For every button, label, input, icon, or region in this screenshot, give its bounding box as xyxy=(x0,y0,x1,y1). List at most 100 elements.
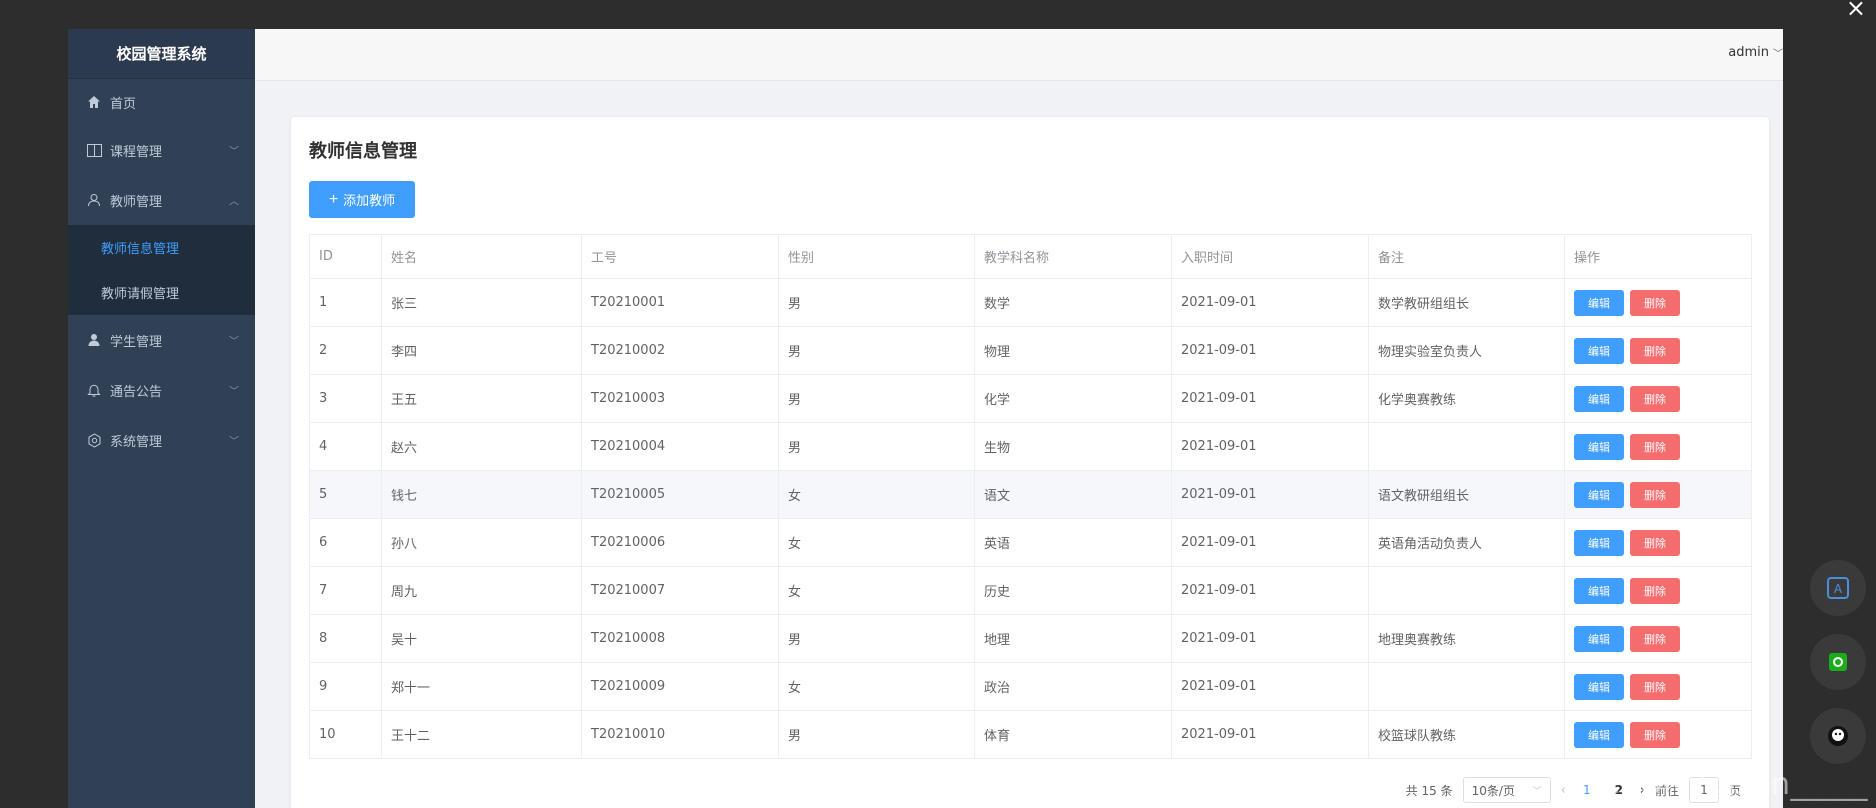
chevron-up-icon: ︿ xyxy=(229,196,239,208)
table-cell-actions: 编辑 删除 xyxy=(1564,614,1752,663)
user-filled-icon xyxy=(86,332,102,348)
user-outline-icon xyxy=(86,192,102,208)
table-cell-subject: 英语 xyxy=(974,518,1172,567)
table-cell-subject: 生物 xyxy=(974,422,1172,471)
table-cell-actions: 编辑 删除 xyxy=(1564,326,1752,375)
delete-button[interactable]: 删除 xyxy=(1630,289,1680,316)
edit-button[interactable]: 编辑 xyxy=(1574,337,1624,364)
user-dropdown[interactable]: admin ﹀ xyxy=(1728,45,1783,60)
delete-button[interactable]: 删除 xyxy=(1630,385,1680,412)
page-size-value: 10条/页 xyxy=(1471,783,1515,798)
chevron-down-icon: ﹀ xyxy=(229,386,239,398)
table-cell-no: T20210001 xyxy=(581,278,779,327)
edit-button[interactable]: 编辑 xyxy=(1574,577,1624,604)
table-cell-gender: 男 xyxy=(778,278,975,327)
edit-button[interactable]: 编辑 xyxy=(1574,625,1624,652)
translate-icon: A xyxy=(1827,577,1849,599)
table-cell-name: 李四 xyxy=(381,326,582,375)
translate-button[interactable]: A xyxy=(1810,560,1866,616)
table-cell-gender: 男 xyxy=(778,614,975,663)
delete-button[interactable]: 删除 xyxy=(1630,529,1680,556)
table-cell-subject: 体育 xyxy=(974,710,1172,759)
screenshot-icon xyxy=(1829,653,1847,671)
table-cell-no: T20210003 xyxy=(581,374,779,423)
page-size-select[interactable]: 10条/页 ﹀ xyxy=(1462,777,1551,803)
delete-button[interactable]: 删除 xyxy=(1630,337,1680,364)
delete-button[interactable]: 删除 xyxy=(1630,673,1680,700)
sidebar-item-students[interactable]: 学生管理 ﹀ xyxy=(68,315,255,365)
main-area: admin ﹀ 教师信息管理 + 添加教师 ID 姓名 工号 性别 教学科名称 … xyxy=(255,29,1783,808)
teacher-table: ID 姓名 工号 性别 教学科名称 入职时间 备注 操作 1 张三 T2021000… xyxy=(309,234,1752,759)
table-cell-actions: 编辑 删除 xyxy=(1564,518,1752,567)
edit-button[interactable]: 编辑 xyxy=(1574,481,1624,508)
column-header: 性别 xyxy=(778,234,975,279)
delete-button[interactable]: 删除 xyxy=(1630,577,1680,604)
watermark: CSDN @Json_____ xyxy=(1598,767,1868,802)
chevron-down-icon: ﹀ xyxy=(229,436,239,448)
delete-button[interactable]: 删除 xyxy=(1630,481,1680,508)
edit-button[interactable]: 编辑 xyxy=(1574,289,1624,316)
screenshot-button[interactable] xyxy=(1810,634,1866,690)
edit-button[interactable]: 编辑 xyxy=(1574,673,1624,700)
sidebar-item-notices[interactable]: 通告公告 ﹀ xyxy=(68,365,255,415)
table-cell-date: 2021-09-01 xyxy=(1171,278,1369,327)
sidebar-subitem-teacher-leave[interactable]: 教师请假管理 xyxy=(68,270,255,315)
edit-button[interactable]: 编辑 xyxy=(1574,529,1624,556)
table-cell-no: T20210006 xyxy=(581,518,779,567)
sidebar-subitem-label: 教师请假管理 xyxy=(101,287,180,302)
sidebar-item-label: 通告公告 xyxy=(110,384,163,400)
column-header: 备注 xyxy=(1368,234,1565,279)
table-cell-gender: 男 xyxy=(778,422,975,471)
table-cell-subject: 语文 xyxy=(974,470,1172,519)
delete-button[interactable]: 删除 xyxy=(1630,433,1680,460)
column-header: 教学科名称 xyxy=(974,234,1172,279)
table-row: 7 周九 T20210007 女历史 2021-09-01 编辑 删除 xyxy=(309,566,1752,615)
sidebar-item-teachers[interactable]: 教师管理 ︿ xyxy=(68,175,255,225)
add-teacher-label: 添加教师 xyxy=(343,193,396,208)
table-cell-gender: 男 xyxy=(778,326,975,375)
assistant-icon xyxy=(1828,726,1848,746)
table-row: 3 王五 T20210003 男化学 2021-09-01 化学奥赛教练 编辑 删除 xyxy=(309,374,1752,423)
table-cell-actions: 编辑 删除 xyxy=(1564,278,1752,327)
prev-page-icon[interactable]: ‹ xyxy=(1561,783,1566,798)
table-cell-no: T20210009 xyxy=(581,662,779,711)
chevron-down-icon: ﹀ xyxy=(1773,49,1783,60)
sidebar-item-label: 课程管理 xyxy=(110,144,163,160)
table-cell-actions: 编辑 删除 xyxy=(1564,374,1752,423)
edit-button[interactable]: 编辑 xyxy=(1574,433,1624,460)
chevron-down-icon: ﹀ xyxy=(229,146,239,158)
add-teacher-button[interactable]: + 添加教师 xyxy=(309,181,415,218)
table-cell-subject: 化学 xyxy=(974,374,1172,423)
table-row: 2 李四 T20210002 男物理 2021-09-01 物理实验室负责人 编辑 删除 xyxy=(309,326,1752,375)
table-cell-name: 周九 xyxy=(381,566,582,615)
assistant-button[interactable] xyxy=(1810,708,1866,764)
column-header: 入职时间 xyxy=(1171,234,1369,279)
sidebar-item-courses[interactable]: 课程管理 ﹀ xyxy=(68,125,255,175)
table-cell-id: 1 xyxy=(309,278,382,327)
sidebar-item-home[interactable]: 首页 xyxy=(68,79,255,125)
page-title: 教师信息管理 xyxy=(309,141,417,162)
table-row: 9 郑十一 T20210009 女政治 2021-09-01 编辑 删除 xyxy=(309,662,1752,711)
sidebar-item-system[interactable]: 系统管理 ﹀ xyxy=(68,415,255,465)
table-cell-date: 2021-09-01 xyxy=(1171,326,1369,375)
page-number[interactable]: 1 xyxy=(1576,783,1598,797)
table-cell-date: 2021-09-01 xyxy=(1171,470,1369,519)
table-cell-name: 张三 xyxy=(381,278,582,327)
sidebar-item-label: 学生管理 xyxy=(110,334,163,350)
sidebar-subitem-teacher-info[interactable]: 教师信息管理 xyxy=(68,225,255,270)
table-cell-note xyxy=(1368,422,1565,471)
delete-button[interactable]: 删除 xyxy=(1630,625,1680,652)
table-cell-name: 钱七 xyxy=(381,470,582,519)
sidebar: 校园管理系统 首页 课程管理 ﹀ 教师管理 ︿ 教师信息管理 教师请假管理 学生… xyxy=(68,29,255,808)
table-cell-note xyxy=(1368,566,1565,615)
table-cell-date: 2021-09-01 xyxy=(1171,614,1369,663)
app-window: 校园管理系统 首页 课程管理 ﹀ 教师管理 ︿ 教师信息管理 教师请假管理 学生… xyxy=(68,29,1783,808)
close-icon[interactable]: × xyxy=(1846,0,1866,20)
table-cell-id: 7 xyxy=(309,566,382,615)
delete-button[interactable]: 删除 xyxy=(1630,721,1680,748)
edit-button[interactable]: 编辑 xyxy=(1574,721,1624,748)
table-cell-note: 物理实验室负责人 xyxy=(1368,326,1565,375)
table-cell-name: 王五 xyxy=(381,374,582,423)
edit-button[interactable]: 编辑 xyxy=(1574,385,1624,412)
table-cell-note: 校篮球队教练 xyxy=(1368,710,1565,759)
